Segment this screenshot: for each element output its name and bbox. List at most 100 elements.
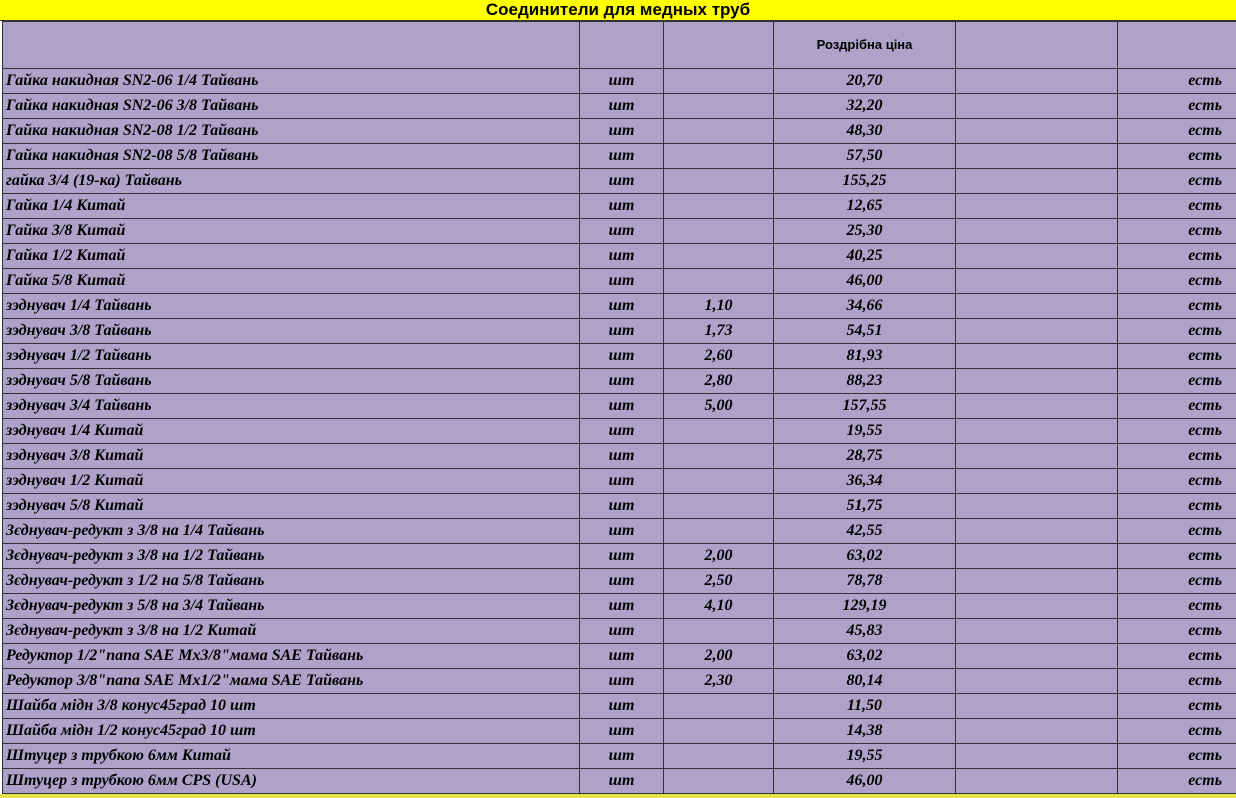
- cell-empty[interactable]: [955, 343, 1118, 369]
- cell-empty[interactable]: [955, 193, 1118, 219]
- cell-price[interactable]: 46,00: [773, 768, 956, 794]
- cell-stock[interactable]: есть: [1117, 143, 1236, 169]
- cell-empty[interactable]: [955, 393, 1118, 419]
- cell-stock[interactable]: есть: [1117, 393, 1236, 419]
- cell-num[interactable]: [663, 518, 774, 544]
- cell-stock[interactable]: есть: [1117, 343, 1236, 369]
- cell-empty[interactable]: [955, 268, 1118, 294]
- cell-price[interactable]: 57,50: [773, 143, 956, 169]
- cell-empty[interactable]: [955, 768, 1118, 794]
- cell-unit[interactable]: шт: [579, 518, 664, 544]
- cell-empty[interactable]: [955, 68, 1118, 94]
- cell-price[interactable]: 20,70: [773, 68, 956, 94]
- header-cell-name[interactable]: [2, 21, 580, 69]
- cell-price[interactable]: 28,75: [773, 443, 956, 469]
- cell-unit[interactable]: шт: [579, 443, 664, 469]
- cell-price[interactable]: 155,25: [773, 168, 956, 194]
- cell-price[interactable]: 80,14: [773, 668, 956, 694]
- cell-stock[interactable]: есть: [1117, 518, 1236, 544]
- cell-stock[interactable]: есть: [1117, 368, 1236, 394]
- cell-empty[interactable]: [955, 143, 1118, 169]
- cell-name[interactable]: Штуцер з трубкою 6мм Китай: [2, 743, 580, 769]
- cell-stock[interactable]: есть: [1117, 193, 1236, 219]
- cell-stock[interactable]: есть: [1117, 468, 1236, 494]
- cell-stock[interactable]: есть: [1117, 118, 1236, 144]
- cell-unit[interactable]: шт: [579, 343, 664, 369]
- cell-price[interactable]: 12,65: [773, 193, 956, 219]
- cell-price[interactable]: 40,25: [773, 243, 956, 269]
- cell-unit[interactable]: шт: [579, 93, 664, 119]
- cell-stock[interactable]: есть: [1117, 718, 1236, 744]
- cell-name[interactable]: Зєднувач-редукт з 3/8 на 1/2 Китай: [2, 618, 580, 644]
- cell-num[interactable]: 4,10: [663, 593, 774, 619]
- cell-name[interactable]: Гайка 3/8 Китай: [2, 218, 580, 244]
- cell-empty[interactable]: [955, 168, 1118, 194]
- cell-stock[interactable]: есть: [1117, 418, 1236, 444]
- cell-unit[interactable]: шт: [579, 693, 664, 719]
- cell-stock[interactable]: есть: [1117, 268, 1236, 294]
- cell-num[interactable]: [663, 718, 774, 744]
- cell-num[interactable]: 2,00: [663, 543, 774, 569]
- cell-price[interactable]: 63,02: [773, 543, 956, 569]
- cell-unit[interactable]: шт: [579, 418, 664, 444]
- cell-num[interactable]: 2,00: [663, 643, 774, 669]
- cell-name[interactable]: Зєднувач-редукт з 3/8 на 1/4 Тайвань: [2, 518, 580, 544]
- cell-num[interactable]: [663, 168, 774, 194]
- cell-name[interactable]: зэднувач 5/8 Китай: [2, 493, 580, 519]
- header-cell-blank[interactable]: [955, 21, 1118, 69]
- cell-unit[interactable]: шт: [579, 668, 664, 694]
- cell-empty[interactable]: [955, 293, 1118, 319]
- cell-name[interactable]: зэднувач 3/8 Китай: [2, 443, 580, 469]
- cell-price[interactable]: 34,66: [773, 293, 956, 319]
- cell-unit[interactable]: шт: [579, 68, 664, 94]
- cell-num[interactable]: 2,60: [663, 343, 774, 369]
- cell-num[interactable]: 1,73: [663, 318, 774, 344]
- cell-stock[interactable]: есть: [1117, 568, 1236, 594]
- cell-price[interactable]: 48,30: [773, 118, 956, 144]
- cell-empty[interactable]: [955, 493, 1118, 519]
- cell-unit[interactable]: шт: [579, 368, 664, 394]
- cell-empty[interactable]: [955, 443, 1118, 469]
- cell-name[interactable]: Шайба мідн 1/2 конус45град 10 шт: [2, 718, 580, 744]
- cell-unit[interactable]: шт: [579, 268, 664, 294]
- cell-unit[interactable]: шт: [579, 218, 664, 244]
- cell-price[interactable]: 88,23: [773, 368, 956, 394]
- cell-price[interactable]: 51,75: [773, 493, 956, 519]
- cell-num[interactable]: 2,50: [663, 568, 774, 594]
- cell-name[interactable]: Шайба мідн 3/8 конус45град 10 шт: [2, 693, 580, 719]
- cell-price[interactable]: 46,00: [773, 268, 956, 294]
- cell-price[interactable]: 25,30: [773, 218, 956, 244]
- cell-name[interactable]: Редуктор 3/8"папа SAE Мх1/2"мама SAE Тай…: [2, 668, 580, 694]
- cell-name[interactable]: Зєднувач-редукт з 5/8 на 3/4 Тайвань: [2, 593, 580, 619]
- cell-price[interactable]: 42,55: [773, 518, 956, 544]
- cell-num[interactable]: [663, 468, 774, 494]
- cell-num[interactable]: [663, 443, 774, 469]
- cell-unit[interactable]: шт: [579, 568, 664, 594]
- cell-unit[interactable]: шт: [579, 718, 664, 744]
- cell-num[interactable]: [663, 218, 774, 244]
- cell-empty[interactable]: [955, 643, 1118, 669]
- cell-name[interactable]: Гайка накидная SN2-08 5/8 Тайвань: [2, 143, 580, 169]
- cell-empty[interactable]: [955, 468, 1118, 494]
- cell-price[interactable]: 129,19: [773, 593, 956, 619]
- cell-empty[interactable]: [955, 743, 1118, 769]
- cell-empty[interactable]: [955, 218, 1118, 244]
- cell-stock[interactable]: есть: [1117, 618, 1236, 644]
- cell-stock[interactable]: есть: [1117, 743, 1236, 769]
- cell-stock[interactable]: есть: [1117, 693, 1236, 719]
- cell-num[interactable]: [663, 268, 774, 294]
- cell-unit[interactable]: шт: [579, 393, 664, 419]
- cell-name[interactable]: Зєднувач-редукт з 3/8 на 1/2 Тайвань: [2, 543, 580, 569]
- cell-price[interactable]: 78,78: [773, 568, 956, 594]
- cell-unit[interactable]: шт: [579, 143, 664, 169]
- cell-name[interactable]: зэднувач 1/2 Китай: [2, 468, 580, 494]
- cell-stock[interactable]: есть: [1117, 443, 1236, 469]
- cell-stock[interactable]: есть: [1117, 768, 1236, 794]
- cell-num[interactable]: [663, 243, 774, 269]
- cell-empty[interactable]: [955, 668, 1118, 694]
- cell-empty[interactable]: [955, 118, 1118, 144]
- cell-stock[interactable]: есть: [1117, 668, 1236, 694]
- cell-name[interactable]: Гайка 1/4 Китай: [2, 193, 580, 219]
- cell-price[interactable]: 11,50: [773, 693, 956, 719]
- cell-unit[interactable]: шт: [579, 743, 664, 769]
